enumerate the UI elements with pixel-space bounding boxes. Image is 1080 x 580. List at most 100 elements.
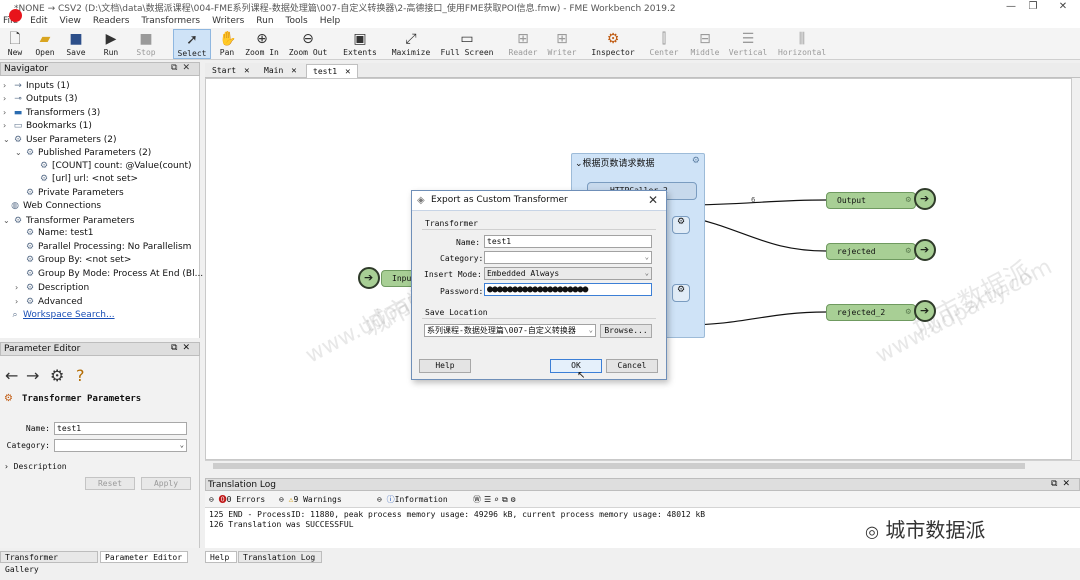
output-node[interactable]: Output ⚙ [826,192,916,209]
wrap-icon[interactable]: Ⓦ [473,495,484,504]
tree-item-published-parameters[interactable]: ⌄ ⚙ Published Parameters (2) [15,146,151,159]
log-panel-controls[interactable]: ⧉✕ [1051,479,1075,489]
middle-button[interactable]: ⊟ Middle [688,29,722,59]
parameter-editor-panel-controls[interactable]: ⧉✕ [171,343,195,353]
maximize-button[interactable]: ⤢ Maximize [388,29,434,59]
scrollbar-thumb[interactable] [213,463,1025,469]
pe-description-section[interactable]: › Description [4,462,67,471]
forward-arrow-icon[interactable]: → [26,366,39,385]
vertical-button[interactable]: ☰ Vertical [728,29,768,59]
apply-button[interactable]: Apply [141,477,191,490]
bookmark-gear-icon[interactable]: ⚙ [692,156,700,166]
center-button[interactable]: ⫿ Center [648,29,680,59]
rejected-port-circle[interactable]: ➔ [914,239,936,261]
tab-parameter-editor[interactable]: Parameter Editor [100,551,188,563]
stop-button[interactable]: ■ Stop [133,29,159,59]
browse-button[interactable]: Browse... [600,324,652,338]
menu-edit[interactable]: Edit [24,14,53,28]
tree-item-count-param[interactable]: ⚙ [COUNT] count: @Value(count) [38,160,192,173]
tab-transformer-gallery[interactable]: Transformer Gallery [0,551,98,574]
dialog-category-select[interactable]: ⌄ [484,251,652,264]
settings-gear-icon[interactable]: ⚙ [50,366,64,385]
tree-item-bookmarks[interactable]: › ▭ Bookmarks (1) [3,119,92,132]
menu-transformers[interactable]: Transformers [135,14,206,28]
close-tab-icon[interactable]: ✕ [244,66,249,76]
canvas-horizontal-scrollbar[interactable] [205,460,1080,471]
horizontal-button[interactable]: ⫼ Horizontal [778,29,826,59]
tab-test1[interactable]: test1 ✕ [306,64,358,78]
new-button[interactable]: 🗋 New [4,29,26,59]
zoom-in-button[interactable]: ⊕ Zoom In [244,29,280,59]
workspace-search-link[interactable]: ⌕ Workspace Search... [9,309,114,322]
save-path-select[interactable]: 系列课程-数据处理篇\007-自定义转换器 ⌄ [424,324,596,337]
node-gear-icon[interactable]: ⚙ [672,216,690,234]
reader-button[interactable]: ⊞ Reader [506,29,540,59]
tree-item-transformers[interactable]: › ▬ Transformers (3) [3,106,100,119]
canvas-vertical-scrollbar[interactable] [1072,78,1080,460]
help-icon[interactable]: ? [76,366,85,385]
menu-run[interactable]: Run [250,14,279,28]
warnings-filter[interactable]: ⊖ ⚠9 Warnings [279,493,342,506]
list-icon[interactable]: ☰ [484,495,494,504]
menu-tools[interactable]: Tools [280,14,314,28]
open-button[interactable]: ▰ Open [32,29,58,59]
ok-button[interactable]: OK [550,359,602,373]
tree-item-transformer-parameters[interactable]: ⌄ ⚙ Transformer Parameters [3,214,134,227]
save-button[interactable]: ■ Save [63,29,89,59]
tab-start[interactable]: Start ✕ [206,64,254,78]
tree-item-name[interactable]: ⚙ Name: test1 [24,227,94,240]
tree-item-advanced[interactable]: › ⚙ Advanced [15,295,82,308]
dialog-close-icon[interactable]: ✕ [648,193,658,207]
menu-view[interactable]: View [54,14,87,28]
prev-icon[interactable]: ⊖ [377,495,382,504]
rejected-2-node[interactable]: rejected_2 ⚙ [826,304,916,321]
dialog-help-button[interactable]: Help [419,359,471,373]
translation-log-body[interactable]: 125 END - ProcessID: 11880, peak process… [205,508,1080,548]
full-screen-button[interactable]: ▭ Full Screen [440,29,494,59]
tree-item-url-param[interactable]: ⚙ [url] url: <not set> [38,173,138,186]
run-button[interactable]: ▶ Run [96,29,126,59]
tab-translation-log[interactable]: Translation Log [238,551,322,563]
close-window-button[interactable]: ✕ [1040,0,1080,14]
tree-item-inputs[interactable]: › → Inputs (1) [3,79,70,92]
rejected-2-port-circle[interactable]: ➔ [914,300,936,322]
tree-item-group-by[interactable]: ⚙ Group By: <not set> [24,254,131,267]
cancel-button[interactable]: Cancel [606,359,658,373]
output-port-circle[interactable]: ➔ [914,188,936,210]
node-gear-icon[interactable]: ⚙ [906,193,911,208]
password-input[interactable]: ●●●●●●●●●●●●●●●●●●●● [484,283,652,296]
input-port-circle[interactable]: ➔ [358,267,380,289]
extents-button[interactable]: ▣ Extents [340,29,380,59]
errors-filter[interactable]: ⊖ ⓿0 Errors [209,493,265,506]
tree-item-parallel-processing[interactable]: ⚙ Parallel Processing: No Parallelism [24,241,192,254]
tree-item-description[interactable]: › ⚙ Description [15,281,89,294]
menu-help[interactable]: Help [314,14,347,28]
back-arrow-icon[interactable]: ← [5,366,18,385]
node-gear-icon[interactable]: ⚙ [672,284,690,302]
menu-writers[interactable]: Writers [206,14,250,28]
inspector-button[interactable]: ⚙ Inspector [590,29,636,59]
insert-mode-select[interactable]: Embedded Always ⌄ [484,267,652,280]
find-icon[interactable]: ⌕ [494,495,502,504]
node-gear-icon[interactable]: ⚙ [906,305,911,320]
prev-icon[interactable]: ⊖ [209,495,214,504]
tab-help[interactable]: Help [205,551,237,563]
writer-button[interactable]: ⊞ Writer [546,29,578,59]
tree-item-outputs[interactable]: › ⊸ Outputs (3) [3,92,78,105]
pe-name-input[interactable]: test1 [54,422,187,435]
tree-item-user-parameters[interactable]: ⌄ ⚙ User Parameters (2) [3,133,117,146]
tree-item-web-connections[interactable]: ◍ Web Connections [9,200,101,213]
pe-category-select[interactable]: ⌄ [54,439,187,452]
copy-icon[interactable]: ⧉ [502,495,511,504]
tab-main[interactable]: Main ✕ [258,64,304,78]
select-button[interactable]: ➚ Select [173,29,211,59]
node-gear-icon[interactable]: ⚙ [906,244,911,259]
reset-button[interactable]: Reset [85,477,135,490]
pan-button[interactable]: ✋ Pan [215,29,239,59]
close-tab-icon[interactable]: ✕ [345,67,350,77]
prev-icon[interactable]: ⊖ [279,495,284,504]
dialog-name-input[interactable]: test1 [484,235,652,248]
tree-item-group-by-mode[interactable]: ⚙ Group By Mode: Process At End (Bl... [24,268,203,281]
close-tab-icon[interactable]: ✕ [291,66,296,76]
collapse-icon[interactable]: ⌄ [575,159,583,169]
